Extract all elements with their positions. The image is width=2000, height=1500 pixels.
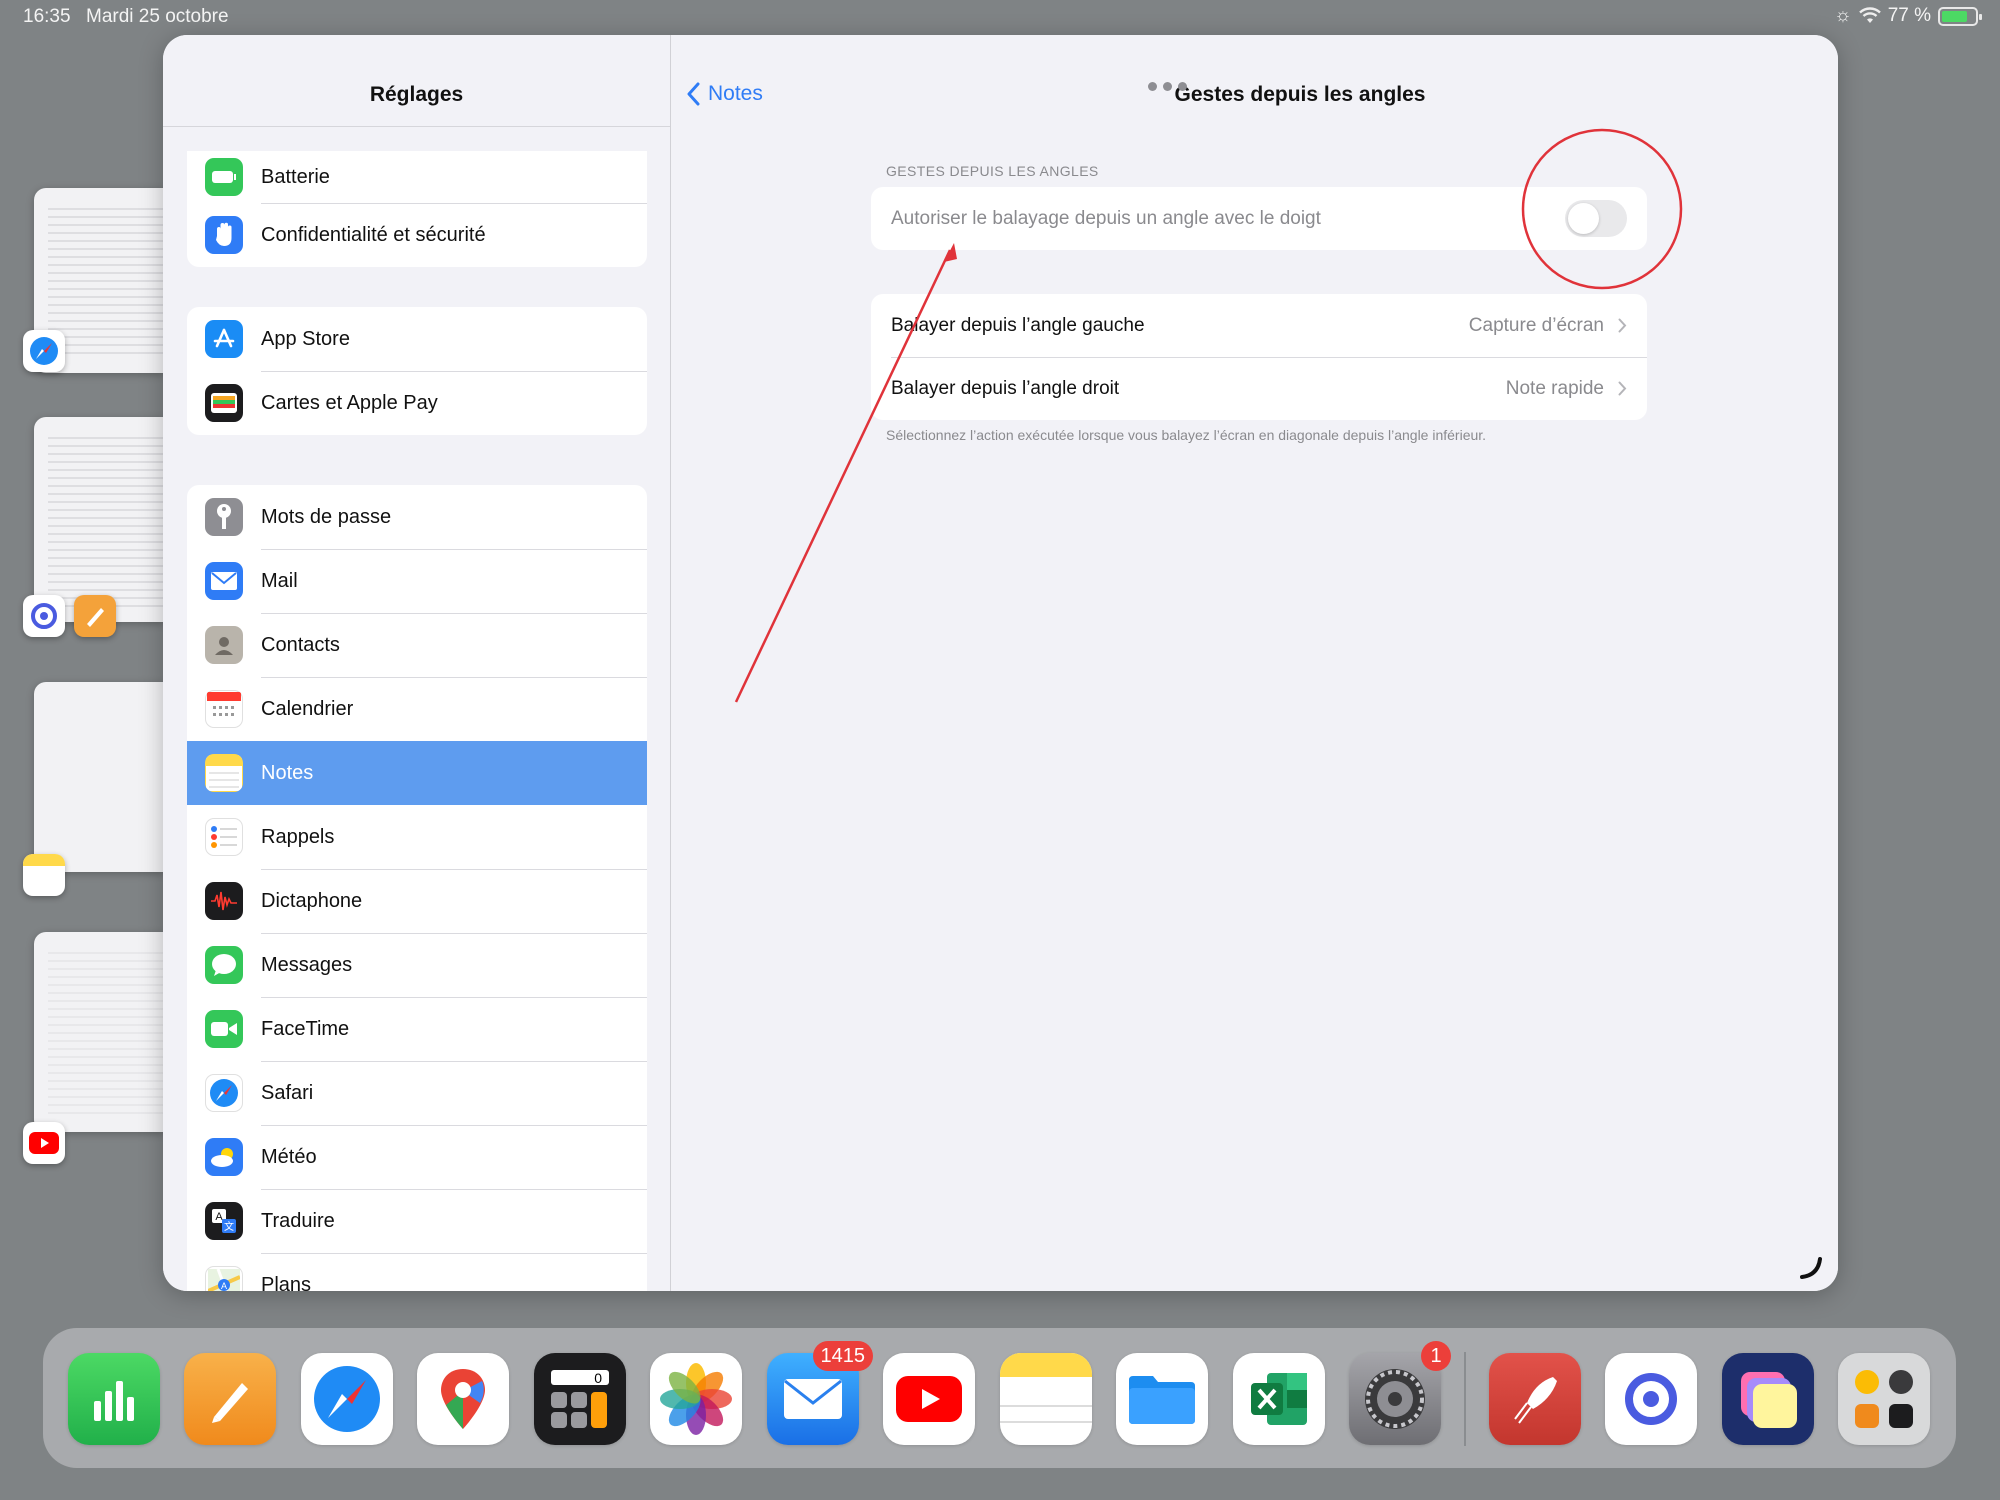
annotation-arrowhead [944, 243, 957, 262]
settings-badge: 1 [1421, 1341, 1451, 1371]
svg-text:0: 0 [594, 1370, 602, 1386]
mail-badge: 1415 [812, 1341, 873, 1371]
dock-separator [1464, 1352, 1466, 1446]
numbers-icon[interactable] [68, 1353, 160, 1445]
calculator-icon[interactable]: 0 [534, 1353, 626, 1445]
annotation-arrow [734, 249, 952, 703]
stage-manager-icon[interactable] [1722, 1353, 1814, 1445]
pages-icon[interactable] [184, 1353, 276, 1445]
screens-icon[interactable] [1605, 1353, 1697, 1445]
dock: 0 1415 1 [43, 1328, 1956, 1468]
annotation-overlay [734, 128, 1683, 703]
notes-icon[interactable] [1000, 1353, 1092, 1445]
window-grabber[interactable] [1148, 82, 1187, 91]
rocket-icon[interactable] [1489, 1353, 1581, 1445]
mail-icon[interactable]: 1415 [767, 1341, 873, 1445]
photos-icon[interactable] [650, 1353, 742, 1445]
files-icon[interactable] [1116, 1353, 1208, 1445]
google-maps-icon[interactable] [417, 1353, 509, 1445]
annotation-circle [1521, 128, 1683, 290]
excel-icon[interactable] [1233, 1353, 1325, 1445]
settings-icon[interactable]: 1 [1349, 1341, 1451, 1445]
safari-icon[interactable] [301, 1353, 393, 1445]
youtube-icon[interactable] [883, 1353, 975, 1445]
app-library-icon[interactable] [1838, 1353, 1930, 1445]
